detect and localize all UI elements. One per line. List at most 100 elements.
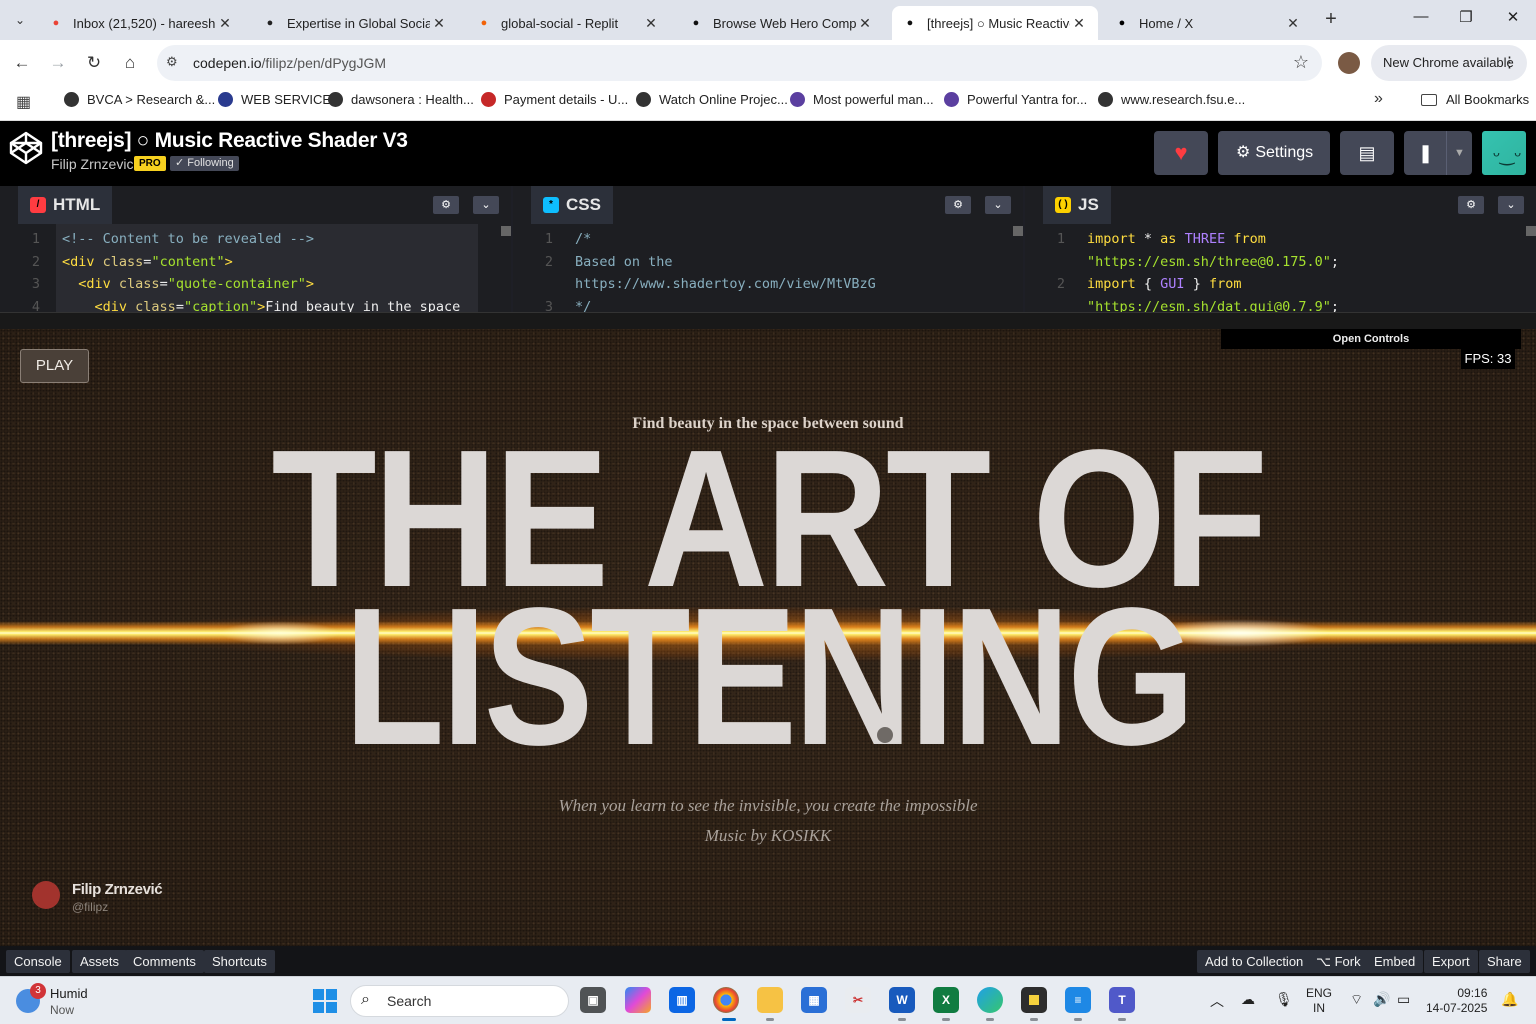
editor-settings-gear-icon[interactable]: ⚙ — [1458, 196, 1484, 214]
editor-collapse-chevron-icon[interactable]: ⌄ — [985, 196, 1011, 214]
notifications-bell-icon[interactable]: 🔔 — [1501, 991, 1518, 1008]
task-view-icon[interactable]: ▣ — [580, 987, 606, 1013]
clock[interactable]: 09:16 14-07-2025 — [1426, 986, 1487, 1016]
minimize-icon[interactable]: — — [1406, 8, 1436, 32]
microsoft-store-icon[interactable]: ▦ — [801, 987, 827, 1013]
microphone-icon[interactable]: 🎙 — [1275, 991, 1293, 1008]
close-tab-icon[interactable]: ✕ — [1070, 15, 1088, 32]
chrome-icon[interactable] — [713, 987, 739, 1013]
copilot-icon[interactable] — [625, 987, 651, 1013]
restore-icon[interactable]: ❐ — [1451, 8, 1481, 32]
bookmark-item[interactable]: BVCA > Research &... — [64, 92, 215, 107]
bookmarks-overflow-icon[interactable]: » — [1374, 90, 1383, 108]
footer-shortcuts-button[interactable]: Shortcuts — [204, 950, 275, 973]
onedrive-cloud-icon[interactable]: ☁ — [1241, 991, 1255, 1008]
notepad-icon[interactable]: ≡ — [1065, 987, 1091, 1013]
editor-tab-html[interactable]: / HTML — [18, 186, 113, 224]
bookmark-item[interactable]: Payment details - U... — [481, 92, 628, 107]
show-hidden-icons-chevron-icon[interactable]: ︿ — [1210, 991, 1224, 1011]
close-window-icon[interactable]: ✕ — [1498, 8, 1528, 32]
sticky-notes-icon[interactable] — [1021, 987, 1047, 1013]
profile-avatar[interactable] — [1338, 52, 1360, 74]
resize-handle[interactable] — [0, 312, 1536, 329]
preview-canvas[interactable]: PLAY Open Controls FPS: 33 Find beauty i… — [0, 329, 1536, 946]
close-tab-icon[interactable]: ✕ — [216, 15, 234, 32]
pen-author[interactable]: Filip Zrnzevic — [51, 156, 133, 172]
trello-icon[interactable]: ▥ — [669, 987, 695, 1013]
edge-icon[interactable] — [977, 987, 1003, 1013]
all-bookmarks-button[interactable]: All Bookmarks — [1421, 92, 1529, 107]
tab-search-chevron-icon[interactable]: ⌄ — [8, 8, 32, 32]
forward-icon[interactable]: → — [45, 50, 71, 76]
bookmark-item[interactable]: Watch Online Projec... — [636, 92, 788, 107]
change-view-button[interactable]: ▤ — [1340, 131, 1394, 175]
chevron-down-icon[interactable]: ▼ — [1446, 131, 1472, 175]
battery-icon[interactable]: ▭ — [1397, 991, 1410, 1008]
close-tab-icon[interactable]: ✕ — [1284, 15, 1302, 32]
excel-icon[interactable]: X — [933, 987, 959, 1013]
editor-collapse-chevron-icon[interactable]: ⌄ — [1498, 196, 1524, 214]
code-area[interactable]: 1 <!-- Content to be revealed --> 2 <div cl… — [0, 224, 511, 312]
new-chrome-available-button[interactable]: New Chrome available ⋮ — [1371, 45, 1527, 81]
bookmark-item[interactable]: WEB SERVICE — [218, 92, 331, 107]
export-button[interactable]: Export — [1424, 950, 1478, 973]
browser-tab[interactable]: ● [threejs] ○ Music Reactive ✕ — [892, 6, 1098, 40]
share-button[interactable]: Share — [1479, 950, 1530, 973]
footer-console-button[interactable]: Console — [6, 950, 70, 973]
snipping-tool-icon[interactable]: ✂ — [845, 987, 871, 1013]
home-icon[interactable]: ⌂ — [117, 50, 143, 76]
apps-grid-icon[interactable]: ▦ — [16, 92, 31, 112]
pen-title[interactable]: [threejs] ○ Music Reactive Shader V3 — [51, 129, 408, 153]
site-info-icon[interactable]: ⚙ — [166, 54, 178, 70]
new-tab-button[interactable]: + — [1320, 8, 1342, 32]
url-text[interactable]: codepen.io/filipz/pen/dPygJGM — [193, 55, 386, 71]
close-tab-icon[interactable]: ✕ — [856, 15, 874, 32]
start-button[interactable] — [313, 989, 337, 1013]
codepen-logo-icon[interactable] — [9, 131, 43, 165]
pin-button[interactable]: ❚ ▼ — [1404, 131, 1472, 175]
more-menu-icon[interactable]: ⋮ — [1502, 45, 1517, 81]
language-indicator[interactable]: ENG IN — [1306, 986, 1332, 1016]
code-area[interactable]: 1 /* 2 Based on the https://www.shadertoy.co… — [513, 224, 1023, 312]
browser-tab[interactable]: ● Inbox (21,520) - hareesh.b3✕ — [38, 6, 244, 40]
taskbar-search[interactable]: ⌕ Search — [350, 985, 569, 1017]
footer-assets-button[interactable]: Assets — [72, 950, 128, 973]
browser-tab[interactable]: ● Browse Web Hero Compon ✕ — [678, 6, 884, 40]
bookmark-item[interactable]: dawsonera : Health... — [328, 92, 474, 107]
following-button[interactable]: ✓ Following — [170, 156, 239, 171]
browser-tab[interactable]: ● global-social - Replit ✕ — [466, 6, 670, 40]
reload-icon[interactable]: ↻ — [81, 50, 107, 76]
fork-button[interactable]: ⌥ Fork — [1308, 950, 1369, 973]
volume-icon[interactable]: 🔊 — [1373, 991, 1390, 1008]
back-icon[interactable]: ← — [9, 50, 35, 76]
close-tab-icon[interactable]: ✕ — [642, 15, 660, 32]
wifi-icon[interactable]: ⌔ — [1350, 991, 1363, 1009]
teams-icon[interactable]: T — [1109, 987, 1135, 1013]
code-area[interactable]: 1 import * as THREE from "https://esm.sh/t… — [1025, 224, 1536, 312]
play-button[interactable]: PLAY — [20, 349, 89, 383]
bookmark-item[interactable]: Most powerful man... — [790, 92, 934, 107]
user-avatar[interactable]: ᵕ‿ᵕ — [1482, 131, 1526, 175]
close-tab-icon[interactable]: ✕ — [430, 15, 448, 32]
embed-button[interactable]: Embed — [1366, 950, 1424, 973]
word-icon[interactable]: W — [889, 987, 915, 1013]
add-to-collection-button[interactable]: Add to Collection — [1197, 950, 1312, 973]
editor-scrollbar[interactable] — [501, 226, 511, 236]
file-explorer-icon[interactable] — [757, 987, 783, 1013]
bookmark-star-icon[interactable]: ☆ — [1293, 52, 1309, 73]
settings-button[interactable]: ⚙ Settings — [1218, 131, 1330, 175]
bookmark-item[interactable]: www.research.fsu.e... — [1098, 92, 1245, 107]
open-controls-button[interactable]: Open Controls — [1221, 329, 1521, 349]
browser-tab[interactable]: ● Expertise in Global Social ✕ — [252, 6, 458, 40]
editor-tab-css[interactable]: * CSS — [531, 186, 613, 224]
heart-button[interactable]: ♥ — [1154, 131, 1208, 175]
editor-collapse-chevron-icon[interactable]: ⌄ — [473, 196, 499, 214]
footer-comments-button[interactable]: Comments — [125, 950, 204, 973]
browser-tab[interactable]: ● Home / X ✕ — [1104, 6, 1312, 40]
bookmark-item[interactable]: Powerful Yantra for... — [944, 92, 1087, 107]
editor-scrollbar[interactable] — [1013, 226, 1023, 236]
address-bar[interactable]: ⚙ codepen.io/filipz/pen/dPygJGM ☆ — [157, 45, 1322, 81]
editor-tab-js[interactable]: ( ) JS — [1043, 186, 1111, 224]
editor-settings-gear-icon[interactable]: ⚙ — [945, 196, 971, 214]
editor-settings-gear-icon[interactable]: ⚙ — [433, 196, 459, 214]
